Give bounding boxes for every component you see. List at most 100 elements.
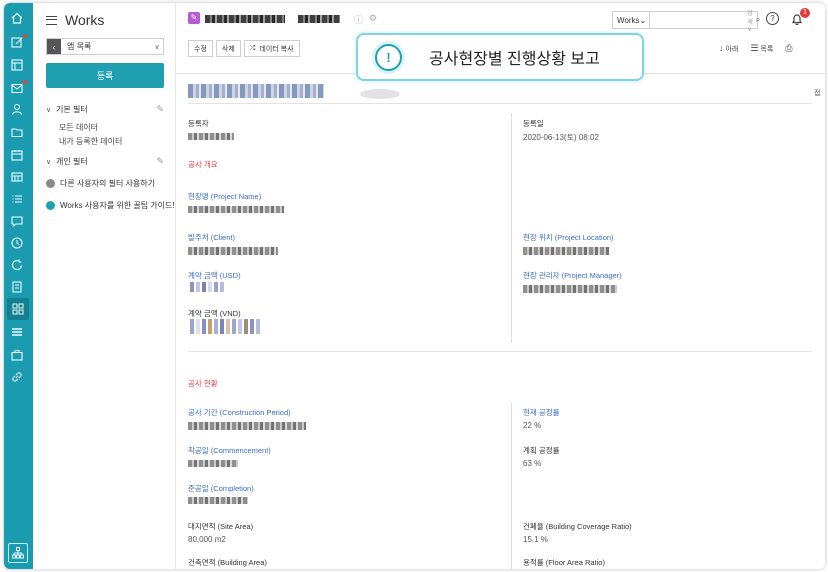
redacted-contract-vnd xyxy=(190,319,260,334)
mail-icon[interactable] xyxy=(10,80,27,95)
panel-header: Works xyxy=(46,12,104,28)
home-icon[interactable] xyxy=(10,11,26,25)
redacted-project-name xyxy=(188,206,284,213)
delete-button[interactable]: 삭제 xyxy=(215,40,241,57)
stack-icon[interactable] xyxy=(10,325,26,339)
callout-tail xyxy=(360,89,400,99)
list-icon[interactable] xyxy=(10,192,26,206)
side-mark: 접 xyxy=(814,90,821,97)
record-toolbar: 수정 삭제 ⤮ 데이터 복사 xyxy=(188,40,300,57)
planned-progress-label: 계획 공정률 xyxy=(523,446,560,455)
redacted-commencement xyxy=(188,460,238,467)
site-area-label: 대지면적 (Site Area) xyxy=(188,522,254,531)
folder-icon[interactable] xyxy=(10,125,26,139)
personal-filter-title: 개인 필터 xyxy=(56,157,88,166)
copy-data-button[interactable]: ⤮ 데이터 복사 xyxy=(243,40,300,57)
client-label: 발주처 (Client) xyxy=(188,233,235,242)
building-coverage-label: 건폐율 (Building Coverage Ratio) xyxy=(523,522,632,531)
register-button[interactable]: 등록 xyxy=(46,63,164,88)
search-icon[interactable]: ⌕ xyxy=(756,15,764,25)
redacted-record-title xyxy=(188,84,324,98)
copy-data-label: 데이터 복사 xyxy=(259,45,294,53)
chevron-left-icon[interactable]: ‹ xyxy=(47,39,61,54)
clock-icon[interactable] xyxy=(10,236,26,250)
other-user-filter-link[interactable]: 다른 사용자의 필터 사용하기 xyxy=(46,178,155,189)
redacted-contract-usd xyxy=(190,282,224,292)
search-input[interactable] xyxy=(650,13,748,27)
top-bar: ✎ ⓘ ⚙ Works ⌄ 상세 ∨ ⌕ ? 1 xyxy=(176,3,825,36)
briefcase-icon[interactable] xyxy=(10,348,26,362)
project-location-label: 현장 위치 (Project Location) xyxy=(523,233,614,242)
calendar-icon[interactable] xyxy=(10,148,26,162)
divider xyxy=(188,351,812,352)
caret-down-icon: ∨ xyxy=(46,158,52,166)
redacted-completion xyxy=(188,497,248,504)
basic-filter-title: 기본 필터 xyxy=(56,105,88,114)
app-list-select[interactable]: ‹ 앱 목록 ∨ xyxy=(46,38,164,55)
arrow-down-icon: ↓ xyxy=(719,43,724,53)
app-list-label: 앱 목록 xyxy=(67,42,92,51)
gear-icon xyxy=(46,179,55,188)
redacted-construction-period xyxy=(188,422,306,430)
document-icon[interactable] xyxy=(10,280,26,294)
works-side-panel: Works ‹ 앱 목록 ∨ 등록 ∨ 기본 필터 ✎ 모든 데이터 내가 등록… xyxy=(33,3,176,569)
filter-my-data[interactable]: 내가 등록한 데이터 xyxy=(59,136,122,147)
section-overview: 공사 개요 xyxy=(188,160,218,169)
alert-icon: ! xyxy=(375,43,402,71)
app-window: Works ‹ 앱 목록 ∨ 등록 ∨ 기본 필터 ✎ 모든 데이터 내가 등록… xyxy=(4,3,825,569)
help-icon[interactable]: ? xyxy=(766,12,779,25)
app-title: Works xyxy=(65,12,105,28)
list-lines-icon: ☰ xyxy=(750,43,759,53)
floor-area-ratio-label: 용적률 (Floor Area Ratio) xyxy=(523,558,605,567)
basic-filter-header[interactable]: ∨ 기본 필터 ✎ xyxy=(46,104,164,115)
pencil-icon[interactable]: ✎ xyxy=(156,104,164,115)
caret-down-icon: ∨ xyxy=(46,106,52,114)
divider xyxy=(188,103,812,104)
write-icon[interactable] xyxy=(10,34,27,49)
bell-icon[interactable]: 1 xyxy=(790,8,810,26)
contract-vnd-label: 계약 금액 (VND) xyxy=(188,309,241,318)
list-button[interactable]: ☰ 목록 xyxy=(750,43,773,54)
search-scope-select[interactable]: Works ⌄ xyxy=(613,12,651,28)
down-button[interactable]: ↓ 아래 xyxy=(719,43,738,54)
contacts-icon[interactable] xyxy=(10,102,26,116)
redacted-app-name xyxy=(205,15,285,23)
guide-link[interactable]: Works 사용자를 위한 꿀팁 가이드! xyxy=(46,200,175,211)
registered-date: 2020-06-13(토) 08:02 xyxy=(523,133,599,142)
redacted-client xyxy=(188,247,278,255)
refresh-icon[interactable] xyxy=(10,258,26,272)
record-detail xyxy=(176,73,825,569)
site-area: 80,000 m2 xyxy=(188,535,226,544)
construction-period-label: 공사 기간 (Construction Period) xyxy=(188,408,291,417)
pencil-icon[interactable]: ✎ xyxy=(156,156,164,167)
info-icon[interactable]: ⓘ xyxy=(354,13,363,26)
current-progress: 22 % xyxy=(523,421,542,430)
icon-rail xyxy=(4,3,33,569)
top-icons: ⓘ ⚙ xyxy=(354,13,377,26)
works-grid-icon[interactable] xyxy=(7,298,29,320)
column-divider xyxy=(511,403,512,569)
search-detail-toggle[interactable]: 상세 ∨ xyxy=(747,8,756,33)
planned-progress: 63 % xyxy=(523,459,542,468)
column-divider xyxy=(511,113,512,343)
search-scope-value: Works xyxy=(617,15,640,25)
link-icon[interactable] xyxy=(10,370,26,384)
current-progress-label: 현재 공정률 xyxy=(523,408,560,417)
search-box: Works ⌄ 상세 ∨ ⌕ xyxy=(612,11,760,33)
settings-icon[interactable]: ⚙ xyxy=(369,13,377,26)
app-edit-icon: ✎ xyxy=(188,12,200,24)
org-chart-icon[interactable] xyxy=(8,543,28,563)
schedule-icon[interactable] xyxy=(10,170,26,184)
building-area-label: 건축면적 (Building Area) xyxy=(188,558,267,567)
board-icon[interactable] xyxy=(10,58,26,72)
down-label: 아래 xyxy=(725,46,739,53)
edit-button[interactable]: 수정 xyxy=(188,40,213,57)
chat-icon[interactable] xyxy=(10,214,26,228)
personal-filter-header[interactable]: ∨ 개인 필터 ✎ xyxy=(46,156,164,167)
print-icon[interactable]: ⎙ xyxy=(785,43,792,54)
filter-all-data[interactable]: 모든 데이터 xyxy=(59,122,98,133)
menu-icon[interactable] xyxy=(46,15,57,25)
callout-text: 공사현장별 진행상황 보고 xyxy=(429,51,600,68)
contract-usd-label: 계약 금액 (USD) xyxy=(188,271,241,280)
guide-text: Works 사용자를 위한 꿀팁 가이드! xyxy=(60,201,175,210)
